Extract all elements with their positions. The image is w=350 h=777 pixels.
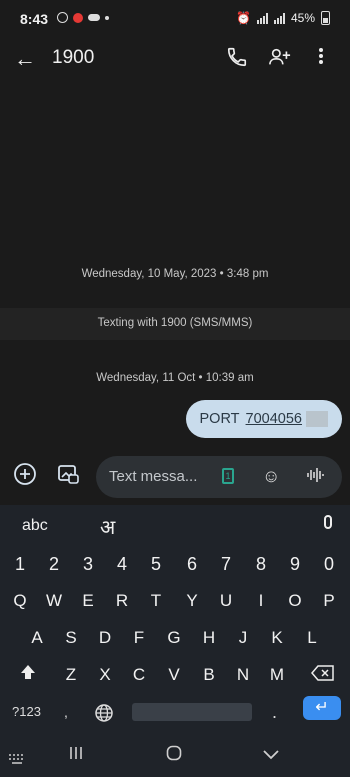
person-add-icon[interactable] — [268, 46, 292, 74]
message-input[interactable]: Text messa... 1 ☺ — [96, 456, 342, 498]
key-n[interactable]: N — [228, 658, 258, 692]
symbols-key[interactable]: ?123 — [12, 695, 41, 729]
more-vert-icon[interactable] — [318, 46, 324, 72]
message-bubble[interactable]: PORT 7004056 — [185, 400, 342, 438]
voice-message-icon[interactable] — [306, 466, 324, 489]
backspace-key[interactable] — [308, 658, 338, 692]
message-prefix: PORT — [199, 411, 240, 427]
key-1[interactable]: 1 — [5, 547, 35, 581]
key-6[interactable]: 6 — [177, 547, 207, 581]
globe-icon[interactable] — [94, 695, 114, 729]
letter-row-1: Q W E R T Y U I O P — [0, 584, 350, 618]
mic-icon[interactable] — [324, 515, 332, 529]
letter-row-2: A S D F G H J K L — [0, 621, 350, 655]
keyboard-toolbar: abc अ — [0, 505, 350, 547]
key-j[interactable]: J — [228, 621, 258, 655]
key-q[interactable]: Q — [5, 584, 35, 618]
key-e[interactable]: E — [73, 584, 103, 618]
letter-row-3: Z X C V B N M — [0, 658, 350, 692]
key-x[interactable]: X — [90, 658, 120, 692]
key-w[interactable]: W — [39, 584, 69, 618]
key-p[interactable]: P — [314, 584, 344, 618]
record-icon — [73, 12, 83, 23]
texting-with-label: Texting with 1900 (SMS/MMS) — [97, 317, 253, 329]
signal-1-icon — [256, 12, 268, 24]
key-f[interactable]: F — [124, 621, 154, 655]
key-r[interactable]: R — [107, 584, 137, 618]
key-i[interactable]: I — [246, 584, 276, 618]
status-right: ⏰ 45% — [236, 11, 330, 25]
enter-key[interactable]: ↵ — [303, 696, 341, 720]
sim-selector-icon[interactable]: 1 — [222, 468, 234, 484]
key-h[interactable]: H — [194, 621, 224, 655]
composer-bar: Text messa... 1 ☺ — [0, 456, 350, 498]
status-time: 8:43 — [20, 11, 49, 27]
key-d[interactable]: D — [90, 621, 120, 655]
phone-icon[interactable] — [226, 46, 248, 74]
gallery-button[interactable] — [54, 462, 82, 490]
key-7[interactable]: 7 — [211, 547, 241, 581]
key-g[interactable]: G — [159, 621, 189, 655]
notification-icons — [57, 12, 109, 23]
key-u[interactable]: U — [211, 584, 241, 618]
key-8[interactable]: 8 — [246, 547, 276, 581]
lang-hindi-key[interactable]: अ — [100, 513, 115, 540]
recents-icon[interactable] — [68, 745, 84, 766]
lang-abc-key[interactable]: abc — [22, 517, 48, 535]
app-bar: ← 1900 — [0, 36, 350, 80]
sync-icon — [57, 12, 68, 23]
message-input-placeholder: Text messa... — [109, 468, 198, 485]
conversation-title: 1900 — [52, 47, 95, 68]
key-m[interactable]: M — [262, 658, 292, 692]
back-nav-icon[interactable] — [262, 745, 280, 766]
signal-2-icon — [273, 12, 285, 24]
key-s[interactable]: S — [56, 621, 86, 655]
message-number-link[interactable]: 7004056 — [246, 411, 302, 427]
alarm-icon: ⏰ — [236, 11, 251, 25]
cloud-icon — [88, 14, 100, 21]
more-notifications-icon — [105, 15, 109, 20]
keyboard-switch-icon[interactable] — [8, 749, 26, 770]
home-icon[interactable] — [166, 745, 182, 766]
key-3[interactable]: 3 — [73, 547, 103, 581]
key-a[interactable]: A — [22, 621, 52, 655]
battery-percent: 45% — [290, 11, 315, 25]
emoji-icon[interactable]: ☺ — [262, 466, 280, 487]
status-bar: 8:43 ⏰ 45% — [0, 0, 350, 36]
bottom-row: ?123 , . ↵ — [0, 695, 350, 729]
add-attachment-button[interactable] — [11, 462, 39, 490]
key-z[interactable]: Z — [56, 658, 86, 692]
number-row: 1 2 3 4 5 6 7 8 9 0 — [0, 547, 350, 581]
date-separator-1: Wednesday, 10 May, 2023 • 3:48 pm — [81, 268, 269, 280]
key-l[interactable]: L — [297, 621, 327, 655]
shift-key[interactable] — [14, 658, 42, 692]
key-2[interactable]: 2 — [39, 547, 69, 581]
arrow-left-icon[interactable]: ← — [14, 46, 36, 72]
key-y[interactable]: Y — [177, 584, 207, 618]
space-key[interactable] — [132, 703, 252, 721]
redacted-block — [306, 411, 328, 427]
key-b[interactable]: B — [194, 658, 224, 692]
key-5[interactable]: 5 — [141, 547, 171, 581]
key-4[interactable]: 4 — [107, 547, 137, 581]
date-separator-2: Wednesday, 11 Oct • 10:39 am — [96, 372, 254, 384]
key-0[interactable]: 0 — [314, 547, 344, 581]
key-9[interactable]: 9 — [280, 547, 310, 581]
system-nav-bar — [0, 735, 350, 777]
key-k[interactable]: K — [262, 621, 292, 655]
key-c[interactable]: C — [124, 658, 154, 692]
key-v[interactable]: V — [159, 658, 189, 692]
period-key[interactable]: . — [272, 695, 277, 729]
key-o[interactable]: O — [280, 584, 310, 618]
key-t[interactable]: T — [141, 584, 171, 618]
comma-key[interactable]: , — [64, 695, 68, 729]
keyboard: abc अ 1 2 3 4 5 6 7 8 9 0 Q W E R T Y U … — [0, 505, 350, 735]
battery-icon — [321, 11, 330, 25]
